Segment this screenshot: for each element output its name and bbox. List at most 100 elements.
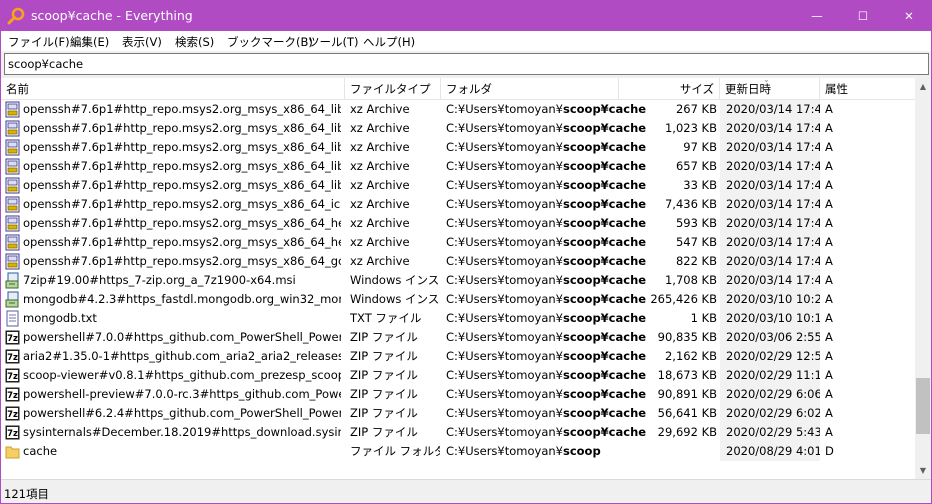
xz-archive-icon	[5, 215, 20, 232]
status-bar: 121項目	[1, 479, 931, 503]
title-bar[interactable]: scoop¥cache - Everything — ☐ ✕	[0, 0, 932, 31]
vertical-scrollbar[interactable]: ▲ ▼	[915, 78, 931, 479]
file-attributes: A	[825, 254, 833, 268]
item-count: 121項目	[4, 487, 49, 501]
file-name: openssh#7.6p1#http_repo.msys2.org_msys_x…	[23, 235, 341, 249]
file-attributes: A	[825, 311, 833, 325]
folder-path-prefix: C:¥Users¥tomoyan¥	[446, 349, 563, 363]
minimize-button[interactable]: —	[794, 0, 840, 31]
file-attributes: A	[825, 178, 833, 192]
modified-date: 2020/02/29 11:13	[720, 366, 820, 385]
file-attributes: A	[825, 121, 833, 135]
table-row[interactable]: mongodb.txt TXT ファイル C:¥Users¥tomoyan¥scoo…	[1, 309, 915, 328]
results-list[interactable]: 名前 ファイルタイプ フォルダ サイズ 更新日時 属性 ⌄ openssh#7.…	[1, 78, 931, 479]
col-header-size[interactable]: サイズ	[619, 78, 720, 100]
table-row[interactable]: openssh#7.6p1#http_repo.msys2.org_msys_x…	[1, 100, 915, 119]
file-type: xz Archive	[350, 159, 410, 173]
file-attributes: A	[825, 216, 833, 230]
file-type: ZIP ファイル	[350, 330, 418, 344]
table-row[interactable]: mongodb#4.2.3#https_fastdl.mongodb.org_w…	[1, 290, 915, 309]
xz-archive-icon	[5, 158, 20, 175]
svg-text:7z: 7z	[7, 429, 18, 439]
file-type: xz Archive	[350, 102, 410, 116]
table-row[interactable]: 7z powershell#6.2.4#https_github.com_Powe…	[1, 404, 915, 423]
table-row[interactable]: openssh#7.6p1#http_repo.msys2.org_msys_x…	[1, 119, 915, 138]
file-type: xz Archive	[350, 140, 410, 154]
xz-archive-icon	[5, 234, 20, 251]
svg-text:7z: 7z	[7, 353, 18, 363]
table-row[interactable]: 7z sysinternals#December.18.2019#https_do…	[1, 423, 915, 442]
file-name: sysinternals#December.18.2019#https_down…	[23, 425, 341, 439]
file-name: powershell#7.0.0#https_github.com_PowerS…	[23, 330, 341, 344]
file-type: ファイル フォルダー	[350, 444, 440, 458]
menu-tools[interactable]: ツール(T)	[308, 34, 359, 50]
table-row[interactable]: openssh#7.6p1#http_repo.msys2.org_msys_x…	[1, 195, 915, 214]
file-name: openssh#7.6p1#http_repo.msys2.org_msys_x…	[23, 197, 341, 211]
table-row[interactable]: cache ファイル フォルダー C:¥Users¥tomoyan¥scoop 202…	[1, 442, 915, 461]
table-row[interactable]: 7z scoop-viewer#v0.8.1#https_github.com_p…	[1, 366, 915, 385]
file-type: ZIP ファイル	[350, 406, 418, 420]
table-row[interactable]: openssh#7.6p1#http_repo.msys2.org_msys_x…	[1, 233, 915, 252]
col-header-name[interactable]: 名前	[1, 78, 345, 100]
folder-path-prefix: C:¥Users¥tomoyan¥	[446, 197, 563, 211]
menu-view[interactable]: 表示(V)	[122, 34, 162, 50]
scroll-up-icon[interactable]: ▲	[915, 78, 931, 95]
modified-date: 2020/03/10 10:18	[720, 309, 820, 328]
file-type: xz Archive	[350, 121, 410, 135]
folder-path-prefix: C:¥Users¥tomoyan¥	[446, 330, 563, 344]
table-row[interactable]: openssh#7.6p1#http_repo.msys2.org_msys_x…	[1, 214, 915, 233]
scroll-down-icon[interactable]: ▼	[915, 462, 931, 479]
zip-7z-icon: 7z	[5, 425, 20, 440]
modified-date: 2020/03/14 17:45	[720, 119, 820, 138]
table-row[interactable]: openssh#7.6p1#http_repo.msys2.org_msys_x…	[1, 176, 915, 195]
table-row[interactable]: openssh#7.6p1#http_repo.msys2.org_msys_x…	[1, 138, 915, 157]
menu-file[interactable]: ファイル(F)	[8, 34, 70, 50]
search-input[interactable]	[4, 53, 929, 75]
menu-bookmarks[interactable]: ブックマーク(B)	[227, 34, 313, 50]
maximize-button[interactable]: ☐	[840, 0, 886, 31]
scrollbar-thumb[interactable]	[916, 378, 930, 434]
file-attributes: A	[825, 387, 833, 401]
folder-path-prefix: C:¥Users¥tomoyan¥	[446, 292, 563, 306]
file-attributes: A	[825, 292, 833, 306]
file-type: ZIP ファイル	[350, 387, 418, 401]
col-header-attr[interactable]: 属性	[820, 78, 915, 100]
file-name: 7zip#19.00#https_7-zip.org_a_7z1900-x64.…	[23, 273, 296, 287]
file-size: 593 KB	[675, 216, 717, 230]
folder-path-prefix: C:¥Users¥tomoyan¥	[446, 140, 563, 154]
file-type: xz Archive	[350, 235, 410, 249]
file-name: openssh#7.6p1#http_repo.msys2.org_msys_x…	[23, 216, 341, 230]
folder-path-prefix: C:¥Users¥tomoyan¥	[446, 235, 563, 249]
col-header-modified[interactable]: 更新日時	[720, 78, 820, 100]
table-row[interactable]: 7z aria2#1.35.0-1#https_github.com_aria2_…	[1, 347, 915, 366]
app-window: scoop¥cache - Everything — ☐ ✕ ファイル(F) 編…	[0, 0, 932, 504]
table-row[interactable]: openssh#7.6p1#http_repo.msys2.org_msys_x…	[1, 252, 915, 271]
file-size: 1,708 KB	[664, 273, 717, 287]
file-name: openssh#7.6p1#http_repo.msys2.org_msys_x…	[23, 159, 341, 173]
folder-icon	[5, 446, 20, 459]
menu-search[interactable]: 検索(S)	[175, 34, 214, 50]
xz-archive-icon	[5, 120, 20, 137]
file-size: 33 KB	[683, 178, 717, 192]
table-row[interactable]: 7z powershell#7.0.0#https_github.com_Powe…	[1, 328, 915, 347]
window-title: scoop¥cache - Everything	[31, 8, 193, 23]
menu-edit[interactable]: 編集(E)	[70, 34, 109, 50]
table-row[interactable]: openssh#7.6p1#http_repo.msys2.org_msys_x…	[1, 157, 915, 176]
file-name: mongodb#4.2.3#https_fastdl.mongodb.org_w…	[23, 292, 341, 306]
table-row[interactable]: 7z powershell-preview#7.0.0-rc.3#https_gi…	[1, 385, 915, 404]
file-size: 267 KB	[675, 102, 717, 116]
svg-text:7z: 7z	[7, 372, 18, 382]
svg-text:7z: 7z	[7, 410, 18, 420]
file-size: 90,891 KB	[657, 387, 717, 401]
close-button[interactable]: ✕	[886, 0, 932, 31]
col-header-type[interactable]: ファイルタイプ	[345, 78, 441, 100]
col-header-folder[interactable]: フォルダ	[441, 78, 619, 100]
text-file-icon	[6, 310, 19, 327]
menu-help[interactable]: ヘルプ(H)	[363, 34, 415, 50]
xz-archive-icon	[5, 139, 20, 156]
xz-archive-icon	[5, 253, 20, 270]
file-type: xz Archive	[350, 178, 410, 192]
modified-date: 2020/02/29 5:43	[720, 423, 820, 442]
table-row[interactable]: 7zip#19.00#https_7-zip.org_a_7z1900-x64.…	[1, 271, 915, 290]
folder-path-prefix: C:¥Users¥tomoyan¥	[446, 425, 563, 439]
